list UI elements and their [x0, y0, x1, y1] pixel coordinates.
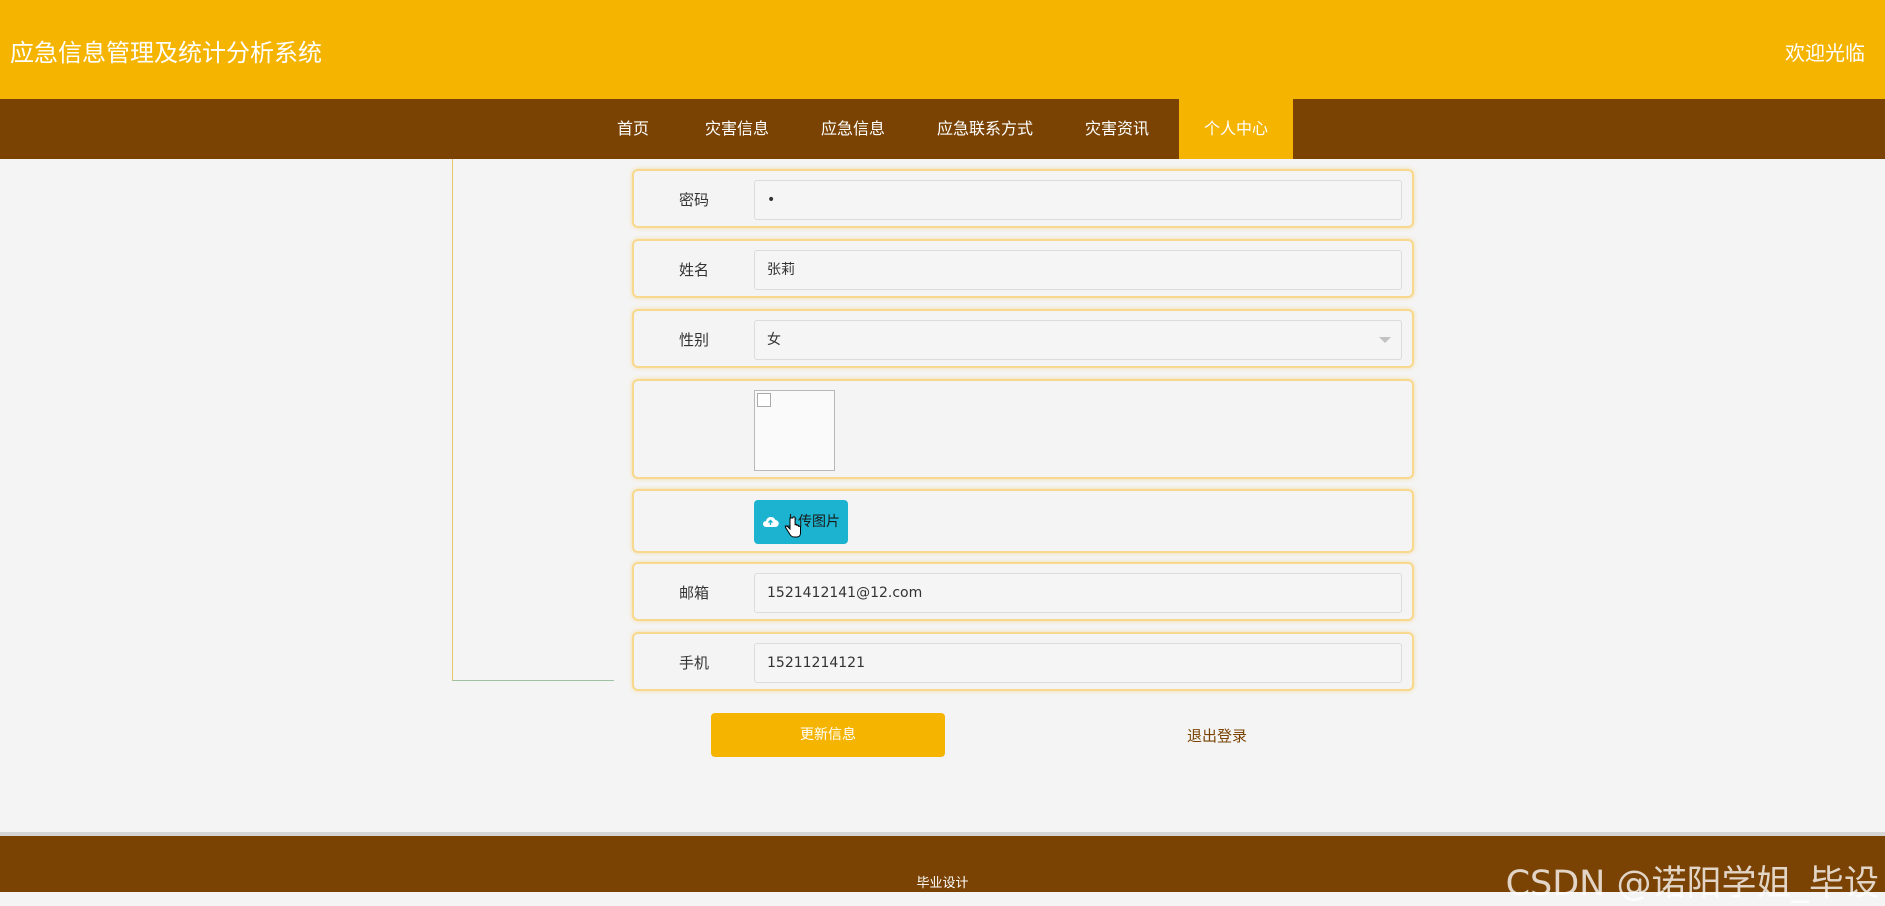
welcome-text: 欢迎光临 [1785, 41, 1865, 65]
nav-item-emergency-info[interactable]: 应急信息 [806, 99, 900, 159]
logout-link[interactable]: 退出登录 [1175, 725, 1259, 746]
chevron-down-icon [1379, 337, 1391, 343]
phone-label: 手机 [678, 654, 709, 672]
nav-bar: 首页 灾害信息 应急信息 应急联系方式 灾害资讯 个人中心 [0, 99, 1885, 159]
nav-item-disaster-news[interactable]: 灾害资讯 [1070, 99, 1164, 159]
name-field[interactable]: 张莉 [754, 250, 1402, 290]
email-field[interactable]: 1521412141@12.com [754, 573, 1402, 613]
gender-value: 女 [767, 332, 781, 348]
gender-select[interactable]: 女 [754, 320, 1402, 360]
cloud-upload-icon [763, 516, 779, 528]
site-title: 应急信息管理及统计分析系统 [10, 39, 322, 67]
form-row-phone: 手机 15211214121 [632, 632, 1414, 691]
side-panel [452, 159, 614, 681]
form-row-email: 邮箱 1521412141@12.com [632, 562, 1414, 621]
nav-item-home[interactable]: 首页 [600, 99, 666, 159]
upload-image-button[interactable]: 上传图片 [754, 500, 848, 544]
hand-cursor-icon [785, 516, 801, 538]
password-field[interactable]: • [754, 180, 1402, 220]
form-row-name: 姓名 张莉 [632, 239, 1414, 298]
email-label: 邮箱 [678, 584, 709, 602]
header: 应急信息管理及统计分析系统 欢迎光临 [0, 0, 1885, 99]
nav-item-emergency-contacts[interactable]: 应急联系方式 [922, 99, 1048, 159]
update-info-button[interactable]: 更新信息 [711, 713, 945, 757]
form-row-gender: 性别 女 [632, 309, 1414, 368]
form-row-password: 密码 • [632, 169, 1414, 228]
gender-label: 性别 [678, 331, 709, 349]
nav-item-personal-center[interactable]: 个人中心 [1179, 99, 1293, 159]
form-row-upload: 上传图片 [632, 489, 1414, 553]
phone-field[interactable]: 15211214121 [754, 643, 1402, 683]
broken-image-icon [757, 393, 771, 407]
form-row-avatar [632, 379, 1414, 479]
name-label: 姓名 [678, 261, 709, 279]
footer: 毕业设计 CSDN @诺阳学姐_毕设 [0, 832, 1885, 904]
csdn-watermark: CSDN @诺阳学姐_毕设 [1505, 864, 1879, 904]
nav-item-disaster-info[interactable]: 灾害信息 [690, 99, 784, 159]
password-label: 密码 [678, 191, 709, 209]
avatar-image [754, 390, 835, 471]
